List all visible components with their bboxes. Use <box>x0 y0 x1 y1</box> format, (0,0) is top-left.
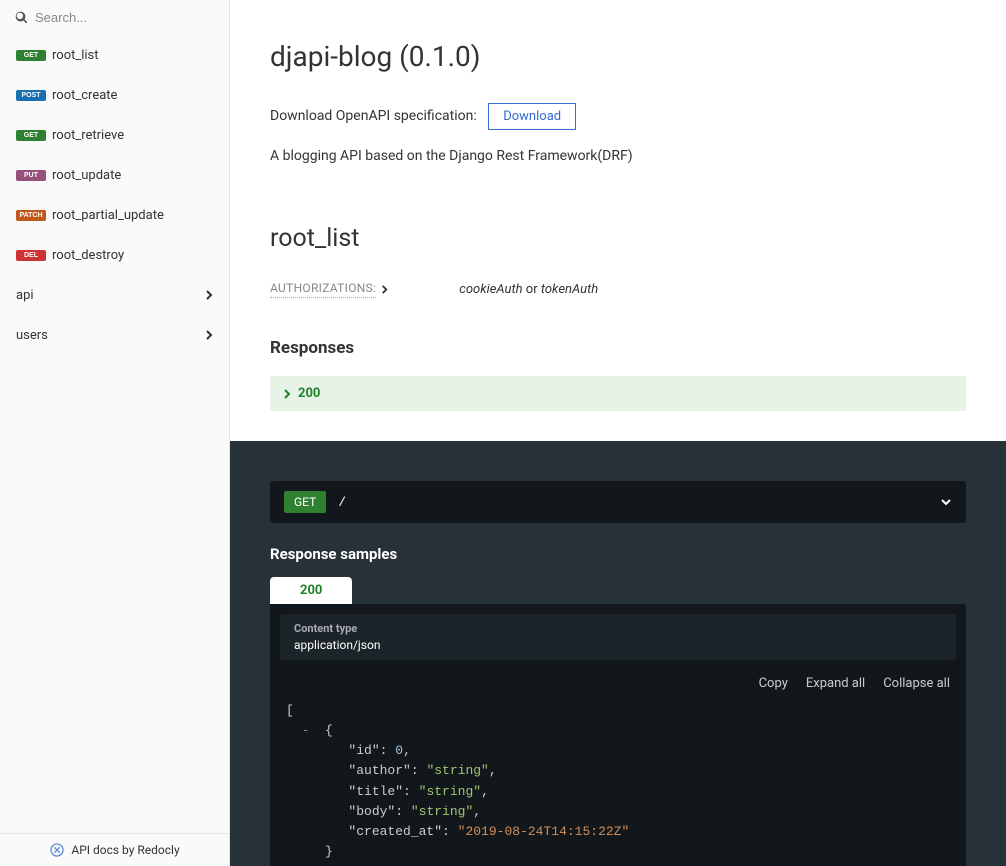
dark-section: GET / Response samples 200 Content type … <box>230 441 1006 866</box>
authorizations-row: AUTHORIZATIONS: cookieAuth or tokenAuth <box>270 281 966 298</box>
endpoint-bar[interactable]: GET / <box>270 481 966 523</box>
method-badge: PATCH <box>16 210 46 221</box>
chevron-right-icon[interactable] <box>380 285 389 294</box>
search-input[interactable] <box>10 5 219 30</box>
endpoint-method: GET <box>284 491 326 513</box>
api-description: A blogging API based on the Django Rest … <box>270 148 966 164</box>
nav: GET root_list POST root_create GET root_… <box>0 35 229 833</box>
operation-title: root_list <box>270 224 966 253</box>
nav-label: root_list <box>52 48 99 63</box>
collapse-all-button[interactable]: Collapse all <box>883 676 950 691</box>
method-badge: DEL <box>16 250 46 261</box>
nav-group-api[interactable]: api <box>0 275 229 315</box>
nav-item-root-update[interactable]: PUT root_update <box>0 155 229 195</box>
copy-button[interactable]: Copy <box>759 676 788 691</box>
nav-label: root_partial_update <box>52 208 164 223</box>
nav-item-root-list[interactable]: GET root_list <box>0 35 229 75</box>
auth-values: cookieAuth or tokenAuth <box>459 282 598 297</box>
sample-tab-200[interactable]: 200 <box>270 577 352 604</box>
nav-label: root_create <box>52 88 117 103</box>
response-200[interactable]: 200 <box>270 376 966 411</box>
download-row: Download OpenAPI specification: Download <box>270 103 966 130</box>
footer: API docs by Redocly <box>0 833 229 866</box>
content-type-label: Content type <box>294 622 942 635</box>
method-badge: GET <box>16 130 46 141</box>
method-badge: GET <box>16 50 46 61</box>
redocly-icon <box>49 842 65 858</box>
nav-label: users <box>16 328 48 343</box>
light-section: djapi-blog (0.1.0) Download OpenAPI spec… <box>230 0 1006 441</box>
nav-item-root-destroy[interactable]: DEL root_destroy <box>0 235 229 275</box>
collapse-toggle-icon[interactable]: - <box>302 723 310 738</box>
content-type-value: application/json <box>294 638 942 652</box>
nav-label: root_update <box>52 168 121 183</box>
samples-heading: Response samples <box>270 545 966 563</box>
nav-label: root_destroy <box>52 248 124 263</box>
method-badge: POST <box>16 90 46 101</box>
sample-body: Content type application/json Copy Expan… <box>270 604 966 866</box>
responses-heading: Responses <box>270 338 966 358</box>
page-title: djapi-blog (0.1.0) <box>270 40 966 73</box>
chevron-down-icon <box>940 496 952 508</box>
nav-item-root-create[interactable]: POST root_create <box>0 75 229 115</box>
nav-label: api <box>16 288 34 303</box>
nav-label: root_retrieve <box>52 128 124 143</box>
download-label: Download OpenAPI specification: <box>270 108 477 124</box>
content-type-bar[interactable]: Content type application/json <box>280 614 956 660</box>
search-icon <box>15 11 28 24</box>
code-block: [ - { "id": 0, "author": "string", "titl… <box>270 697 966 866</box>
chevron-right-icon <box>204 290 214 300</box>
content: djapi-blog (0.1.0) Download OpenAPI spec… <box>230 0 1006 866</box>
nav-item-root-retrieve[interactable]: GET root_retrieve <box>0 115 229 155</box>
method-badge: PUT <box>16 170 46 181</box>
download-button[interactable]: Download <box>488 103 576 130</box>
auth-label: AUTHORIZATIONS: <box>270 281 376 298</box>
response-code: 200 <box>298 386 320 401</box>
sidebar: GET root_list POST root_create GET root_… <box>0 0 230 866</box>
search-box <box>0 0 229 35</box>
footer-text: API docs by Redocly <box>71 843 179 857</box>
chevron-right-icon <box>282 389 292 399</box>
nav-group-users[interactable]: users <box>0 315 229 355</box>
expand-all-button[interactable]: Expand all <box>806 676 865 691</box>
chevron-right-icon <box>204 330 214 340</box>
endpoint-path: / <box>338 495 346 510</box>
nav-item-root-partial-update[interactable]: PATCH root_partial_update <box>0 195 229 235</box>
code-actions: Copy Expand all Collapse all <box>270 670 966 697</box>
